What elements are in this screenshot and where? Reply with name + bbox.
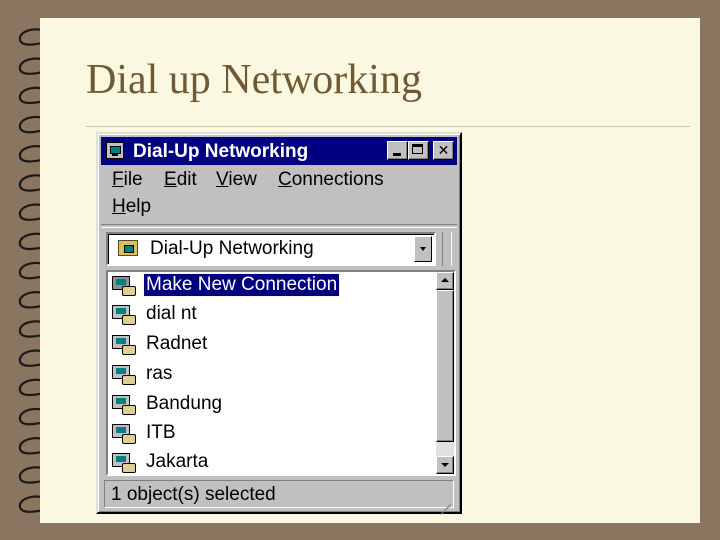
address-value: Dial-Up Networking: [150, 238, 314, 259]
list-item[interactable]: Radnet: [110, 331, 430, 361]
menu-divider: [101, 224, 457, 228]
menu-connections[interactable]: Connections: [278, 169, 384, 191]
menu-view[interactable]: View: [216, 169, 257, 191]
dialup-window: Dial-Up Networking ✕ File Edit View Conn…: [96, 132, 462, 515]
toolbar-separator: [442, 232, 452, 266]
menu-file[interactable]: File: [112, 169, 143, 191]
close-icon: ✕: [437, 142, 450, 158]
list-item[interactable]: Make New Connection: [110, 272, 430, 302]
slide-title: Dial up Networking: [86, 57, 422, 103]
make-new-connection-icon: [112, 276, 138, 298]
menu-help[interactable]: Help: [112, 196, 151, 218]
maximize-icon: [412, 144, 423, 154]
dialup-app-icon[interactable]: [106, 142, 124, 159]
chevron-down-icon[interactable]: [414, 236, 432, 262]
connection-icon: [112, 335, 138, 357]
list-item-label: ras: [146, 363, 173, 384]
connection-icon: [112, 424, 138, 446]
connection-icon: [112, 453, 138, 474]
connection-icon: [112, 365, 138, 387]
list-item-label: Jakarta: [146, 451, 209, 472]
minimize-button[interactable]: [387, 141, 408, 160]
vertical-scrollbar[interactable]: [436, 272, 454, 474]
list-item[interactable]: ITB: [110, 420, 430, 450]
scroll-thumb[interactable]: [436, 290, 454, 442]
maximize-button[interactable]: [408, 141, 429, 160]
scroll-down-button[interactable]: [436, 456, 454, 474]
list-item[interactable]: dial nt: [110, 301, 430, 331]
resize-grip-icon[interactable]: [437, 491, 451, 515]
scroll-up-button[interactable]: [436, 272, 454, 290]
connections-list[interactable]: Make New Connection dial nt Radnet ras B…: [106, 270, 456, 476]
address-combobox[interactable]: Dial-Up Networking: [106, 232, 436, 266]
minimize-icon: [393, 153, 401, 156]
list-item-label: Make New Connection: [142, 273, 341, 297]
list-item[interactable]: Bandung: [110, 391, 430, 421]
list-item-label: Radnet: [146, 333, 208, 354]
connection-icon: [112, 395, 138, 417]
close-button[interactable]: ✕: [433, 141, 454, 160]
status-bar: 1 object(s) selected: [104, 480, 454, 515]
window-titlebar[interactable]: Dial-Up Networking ✕: [101, 137, 457, 165]
list-item[interactable]: ras: [110, 361, 430, 391]
list-item-label: Bandung: [146, 393, 223, 414]
menu-edit[interactable]: Edit: [164, 169, 197, 191]
connection-icon: [112, 305, 138, 327]
status-text: 1 object(s) selected: [111, 484, 276, 505]
folder-icon: [118, 240, 138, 256]
list-item-label: ITB: [146, 422, 176, 443]
window-title: Dial-Up Networking: [133, 141, 309, 162]
list-item[interactable]: Jakarta: [110, 449, 430, 474]
title-divider: [86, 126, 690, 127]
menu-bar: File Edit View Connections Help: [104, 167, 454, 223]
list-item-label: dial nt: [146, 303, 197, 324]
